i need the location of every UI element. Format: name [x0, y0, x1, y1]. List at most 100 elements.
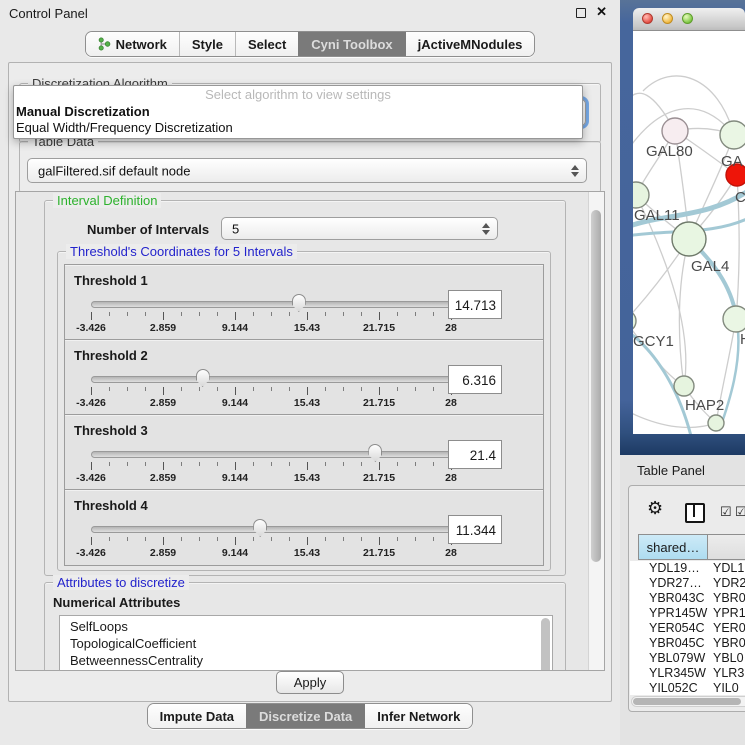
table-row[interactable]: YBL079WYBL0 — [630, 651, 745, 666]
threshold-2-slider[interactable]: -3.4262.8599.14415.4321.71528 — [91, 372, 451, 410]
tab-label: Network — [116, 37, 167, 52]
popup-item-equal-width-frequency[interactable]: Equal Width/Frequency Discretization — [14, 120, 582, 136]
algorithm-dropdown-popup: Select algorithm to view settings Manual… — [13, 85, 583, 139]
network-node-label: H — [740, 331, 745, 348]
panel-title: Control Panel — [9, 6, 88, 21]
network-node-label: GA — [721, 153, 743, 170]
list-scrollbar[interactable] — [541, 618, 550, 671]
network-node[interactable] — [633, 310, 636, 332]
numerical-attributes-list[interactable]: SelfLoopsTopologicalCoefficientBetweenne… — [59, 615, 553, 671]
network-node-label: C — [735, 189, 745, 206]
slider-thumb[interactable] — [253, 519, 267, 537]
zoom-traffic-light-icon[interactable] — [682, 13, 693, 24]
slider-track[interactable] — [91, 376, 453, 383]
slider-scale: -3.4262.8599.14415.4321.71528 — [91, 472, 451, 484]
number-of-intervals-combobox[interactable]: 5 — [221, 217, 498, 240]
combo-value: galFiltered.sif default node — [38, 163, 190, 178]
close-icon[interactable]: ✕ — [596, 4, 607, 20]
checkbox-icon[interactable]: ☑ — [720, 504, 732, 520]
table-row[interactable]: YBR045CYBR0 — [630, 636, 745, 651]
table-data-group: Table Data galFiltered.sif default node — [19, 141, 601, 193]
threshold-value-field[interactable]: 11.344 — [448, 515, 502, 544]
threshold-3-panel: Threshold 3 -3.4262.8599.14415.4321.7152… — [65, 415, 543, 490]
table-row[interactable]: YDR27…YDR2 — [630, 576, 745, 591]
threshold-value-field[interactable]: 14.713 — [448, 290, 502, 319]
network-node-label: GAL11 — [634, 207, 680, 224]
network-window: GAL80GACGAL11GAL4GCY1HHAP2 — [633, 8, 745, 433]
slider-track[interactable] — [91, 451, 453, 458]
column-header-name[interactable]: na — [707, 534, 745, 560]
attribute-item[interactable]: TopologicalCoefficient — [70, 635, 552, 652]
network-node-label: GAL80 — [646, 143, 693, 160]
threshold-3-slider[interactable]: -3.4262.8599.14415.4321.71528 — [91, 447, 451, 485]
tab-cyni-toolbox[interactable]: Cyni Toolbox — [298, 32, 404, 56]
minimize-traffic-light-icon[interactable] — [662, 13, 673, 24]
network-node[interactable] — [708, 415, 724, 431]
attribute-item[interactable]: BetweennessCentrality — [70, 652, 552, 669]
group-title: Interval Definition — [53, 193, 161, 208]
slider-thumb[interactable] — [196, 369, 210, 387]
network-node-label: HAP2 — [685, 397, 724, 414]
horizontal-scrollbar[interactable] — [631, 696, 745, 707]
network-icon — [98, 37, 111, 51]
threshold-4-panel: Threshold 4 -3.4262.8599.14415.4321.7152… — [65, 490, 543, 565]
vertical-scrollbar[interactable] — [588, 192, 604, 670]
tab-select[interactable]: Select — [235, 32, 298, 56]
tab-infer-network[interactable]: Infer Network — [364, 704, 472, 728]
network-canvas[interactable]: GAL80GACGAL11GAL4GCY1HHAP2 — [633, 31, 745, 434]
tab-impute-data[interactable]: Impute Data — [148, 704, 246, 728]
slider-thumb[interactable] — [368, 444, 382, 462]
thresholds-group: Threshold's Coordinates for 5 Intervals … — [57, 251, 551, 571]
combo-steppers-icon — [482, 223, 490, 235]
scrollbar-thumb[interactable] — [591, 210, 601, 562]
checkbox-icon[interactable]: ☑ — [735, 504, 745, 520]
threshold-1-slider[interactable]: -3.4262.8599.14415.4321.71528 — [91, 297, 451, 335]
tab-discretize-data[interactable]: Discretize Data — [246, 704, 364, 728]
network-window-titlebar[interactable] — [633, 8, 745, 31]
network-window-frame: GAL80GACGAL11GAL4GCY1HHAP2 — [620, 0, 745, 455]
slider-thumb[interactable] — [292, 294, 306, 312]
network-node-label: GAL4 — [691, 258, 729, 275]
table-body: YDL19…YDL1YDR27…YDR2YBR043CYBR0YPR145WYP… — [630, 561, 745, 695]
network-node[interactable] — [720, 121, 745, 149]
top-tabbar: Network Style Select Cyni Toolbox jActiv… — [0, 31, 620, 57]
apply-button[interactable]: Apply — [276, 671, 344, 694]
scrollbar-thumb[interactable] — [633, 698, 741, 705]
table-row[interactable]: YLR345WYLR3 — [630, 666, 745, 681]
slider-track[interactable] — [91, 526, 453, 533]
threshold-value-field[interactable]: 21.4 — [448, 440, 502, 469]
table-row[interactable]: YBR043CYBR0 — [630, 591, 745, 606]
slider-ticks — [91, 537, 451, 545]
group-title: Threshold's Coordinates for 5 Intervals — [66, 244, 297, 259]
network-node[interactable] — [674, 376, 694, 396]
threshold-value-field[interactable]: 6.316 — [448, 365, 502, 394]
thresholds-stack: Threshold 1 -3.4262.8599.14415.4321.7152… — [64, 264, 544, 566]
table-panel: Table Panel ⚙ ☑ ☑ shared… na YDL19…YDL1Y… — [620, 455, 745, 745]
interval-definition-group: Interval Definition Number of Intervals … — [44, 200, 566, 576]
attribute-item[interactable]: SelfLoops — [70, 618, 552, 635]
tab-network[interactable]: Network — [86, 32, 179, 56]
threshold-label: Threshold 3 — [74, 423, 148, 438]
threshold-4-slider[interactable]: -3.4262.8599.14415.4321.71528 — [91, 522, 451, 560]
tab-style[interactable]: Style — [179, 32, 235, 56]
table-data-combobox[interactable]: galFiltered.sif default node — [27, 158, 587, 183]
table-row[interactable]: YDL19…YDL1 — [630, 561, 745, 576]
table-row[interactable]: YIL052CYIL0 — [630, 681, 745, 695]
popup-item-manual-discretization[interactable]: Manual Discretization — [14, 104, 582, 120]
gear-icon[interactable]: ⚙ — [647, 498, 663, 519]
table-row[interactable]: YPR145WYPR1 — [630, 606, 745, 621]
column-header-shared-name[interactable]: shared… — [638, 534, 708, 560]
table-row[interactable]: YER054CYER0 — [630, 621, 745, 636]
column-layout-icon[interactable] — [685, 503, 705, 523]
float-window-icon[interactable] — [576, 8, 586, 18]
slider-track[interactable] — [91, 301, 453, 308]
slider-ticks — [91, 312, 451, 320]
close-traffic-light-icon[interactable] — [642, 13, 653, 24]
network-node[interactable] — [672, 222, 706, 256]
group-title: Attributes to discretize — [53, 575, 189, 590]
tab-jactivemnodules[interactable]: jActiveMNodules — [405, 32, 535, 56]
network-node[interactable] — [662, 118, 688, 144]
slider-scale: -3.4262.8599.14415.4321.71528 — [91, 547, 451, 559]
threshold-label: Threshold 1 — [74, 273, 148, 288]
network-node[interactable] — [723, 306, 745, 332]
